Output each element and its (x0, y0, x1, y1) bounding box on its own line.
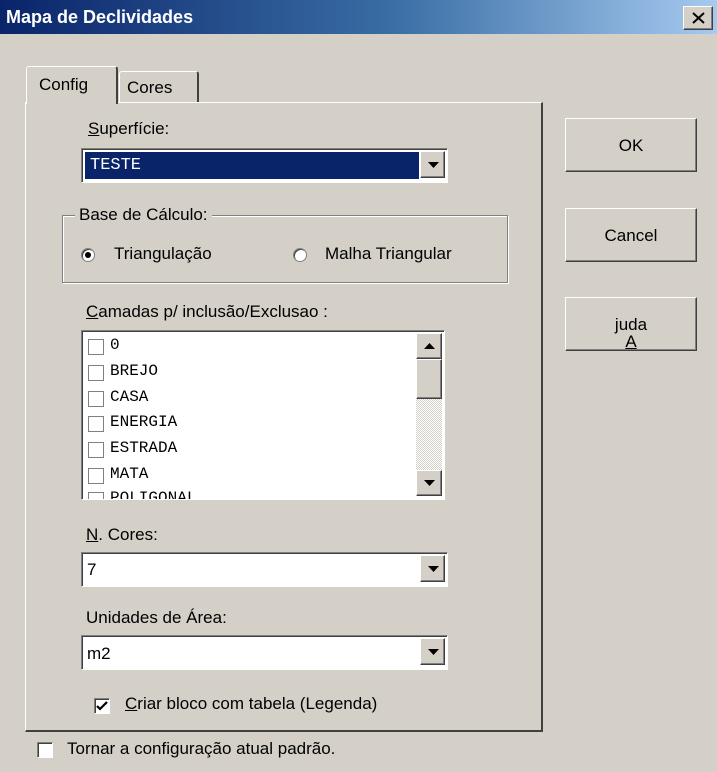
close-button[interactable] (683, 6, 713, 30)
tornar-padrao-checkbox[interactable] (37, 742, 53, 758)
superficie-mnemonic: S (88, 119, 100, 138)
list-item-checkbox[interactable] (88, 391, 104, 407)
unidades-label: Unidades de Área: (86, 608, 227, 627)
list-item-checkbox[interactable] (88, 365, 104, 381)
checkmark-icon (96, 701, 108, 711)
arrow-up-icon (424, 343, 435, 349)
tab-cores-label: Cores (127, 78, 173, 97)
camadas-listbox[interactable]: 0 BREJO CASA ENERGIA ESTRADA MATA POLIGO… (81, 330, 445, 500)
criar-bloco-label[interactable]: Criar bloco com tabela (Legenda) (125, 694, 377, 714)
chevron-down-icon (428, 566, 439, 572)
ajuda-button-label: Ajuda (566, 315, 696, 351)
scroll-up-button[interactable] (416, 333, 442, 359)
list-item-checkbox[interactable] (88, 339, 104, 355)
criar-bloco-checkbox[interactable] (94, 698, 110, 714)
list-item-checkbox[interactable] (88, 416, 104, 432)
tab-join (27, 101, 116, 104)
ajuda-button[interactable]: Ajuda (565, 297, 697, 351)
base-calculo-label: Base de Cálculo: (75, 205, 212, 225)
tab-config-label: Config (39, 75, 89, 94)
tornar-padrao-label[interactable]: Tornar a configuração atual padrão. (67, 739, 335, 759)
list-item-checkbox[interactable] (88, 492, 104, 499)
ok-button-label: OK (618, 136, 644, 155)
list-item-checkbox[interactable] (88, 442, 104, 458)
superficie-dropdown-button[interactable] (420, 151, 445, 178)
list-item-label: ENERGIA (110, 413, 178, 431)
ok-button[interactable]: OK (565, 118, 697, 172)
list-item-label: 0 (110, 336, 120, 354)
radio-triangulacao[interactable] (81, 248, 95, 262)
superficie-label-text: uperfície: (99, 119, 170, 138)
camadas-mnemonic: C (86, 302, 99, 321)
list-item-checkbox[interactable] (88, 468, 104, 484)
ncores-combo[interactable]: 7 (81, 552, 448, 587)
scroll-down-button[interactable] (416, 470, 442, 496)
ncores-label: N. Cores: (86, 525, 158, 545)
radio-malha-triangular[interactable] (293, 248, 307, 262)
unidades-combo[interactable]: m2 (81, 635, 448, 670)
criar-bloco-label-text: riar bloco com tabela (Legenda) (137, 694, 378, 713)
chevron-down-icon (428, 649, 439, 655)
camadas-label-text: amadas p/ inclusão/Exclusao : (98, 302, 328, 321)
ncores-label-text: . Cores: (98, 525, 158, 544)
tab-cores[interactable]: Cores (119, 71, 199, 102)
cancel-button-label: Cancel (604, 226, 658, 245)
unidades-dropdown-button[interactable] (420, 638, 445, 665)
window-title: Mapa de Declividades (6, 7, 194, 27)
ajuda-mnemonic: A (625, 332, 637, 351)
ncores-mnemonic: N (86, 525, 99, 544)
arrow-down-icon (424, 480, 435, 486)
criar-bloco-mnemonic: C (125, 694, 138, 713)
ncores-value: 7 (87, 560, 97, 579)
unidades-value: m2 (87, 644, 111, 663)
scroll-thumb[interactable] (416, 359, 442, 399)
camadas-scrollbar[interactable] (416, 333, 442, 496)
radio-dot (85, 252, 91, 258)
list-item-label: ESTRADA (110, 439, 178, 457)
list-item-label: CASA (110, 388, 149, 406)
list-item-label: MATA (110, 465, 149, 483)
cancel-button[interactable]: Cancel (565, 208, 697, 262)
camadas-label: Camadas p/ inclusão/Exclusao : (86, 302, 328, 322)
close-icon (692, 12, 705, 24)
list-item-label: POLIGONAL (110, 489, 197, 500)
radio-malha-triangular-label[interactable]: Malha Triangular (325, 244, 452, 264)
chevron-down-icon (428, 162, 439, 168)
ncores-dropdown-button[interactable] (420, 555, 445, 582)
list-item-label: BREJO (110, 362, 159, 380)
radio-triangulacao-label[interactable]: Triangulação (114, 244, 212, 264)
superficie-label: Superfície: (88, 119, 169, 139)
tab-config[interactable]: Config (26, 66, 118, 104)
superficie-value: TESTE (90, 156, 142, 175)
superficie-combo[interactable]: TESTE (81, 148, 448, 183)
